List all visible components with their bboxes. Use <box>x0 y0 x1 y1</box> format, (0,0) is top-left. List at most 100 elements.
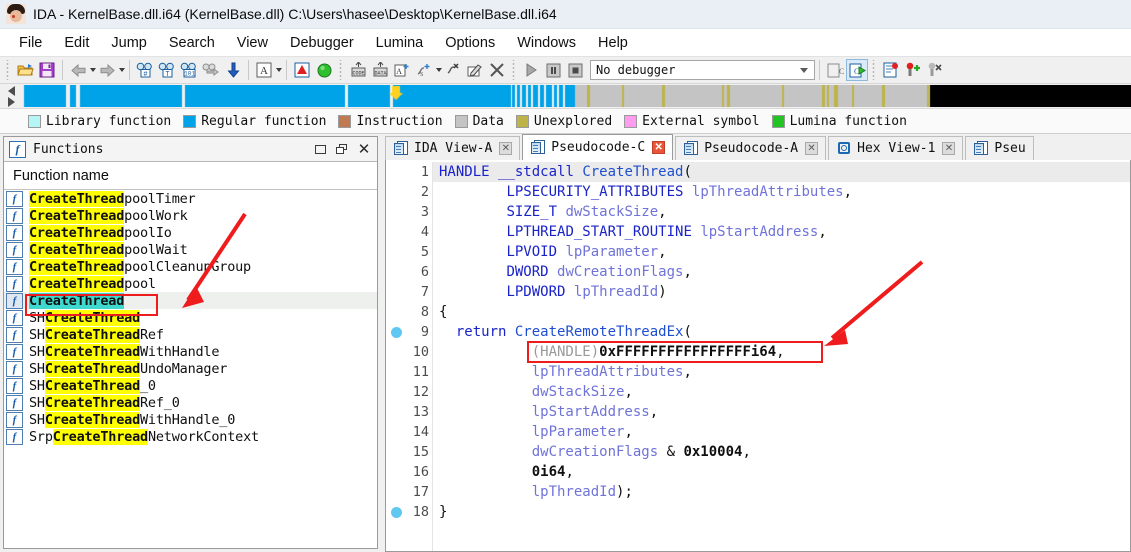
code-line[interactable]: } <box>433 502 1130 522</box>
tab-pseu[interactable]: Pseu <box>965 136 1034 160</box>
code-line[interactable]: LPSECURITY_ATTRIBUTES lpThreadAttributes… <box>433 182 1130 202</box>
breakpoint-add-icon[interactable] <box>902 59 924 81</box>
functions-list[interactable]: f CreateThreadpoolTimer f CreateThreadpoolW… <box>4 190 377 548</box>
list-item[interactable]: f CreateThreadpoolCleanupGroup <box>4 258 377 275</box>
function-name-column-header[interactable]: Function name <box>4 162 377 190</box>
menu-file[interactable]: File <box>8 33 53 53</box>
code-line[interactable]: lpThreadAttributes, <box>433 362 1130 382</box>
make-code-icon[interactable]: CODE <box>347 59 369 81</box>
debug-stop-icon[interactable] <box>564 59 586 81</box>
tab-close-icon[interactable]: ✕ <box>805 142 819 155</box>
forward-icon[interactable] <box>96 59 118 81</box>
navband-arrows[interactable] <box>0 84 22 108</box>
breakpoint-slot[interactable] <box>386 402 406 422</box>
list-item[interactable]: f SrpCreateThreadNetworkContext <box>4 428 377 445</box>
debug-pause-icon[interactable] <box>542 59 564 81</box>
list-item[interactable]: f CreateThread <box>4 292 377 309</box>
list-item[interactable]: f CreateThreadpoolIo <box>4 224 377 241</box>
menu-jump[interactable]: Jump <box>100 33 157 53</box>
breakpoint-slot[interactable] <box>386 362 406 382</box>
search-bytes-icon[interactable]: 101 <box>178 59 200 81</box>
font-dropdown-icon[interactable] <box>276 68 282 72</box>
breakpoint-slot[interactable] <box>386 422 406 442</box>
list-item[interactable]: f CreateThreadpoolTimer <box>4 190 377 207</box>
delete-icon[interactable] <box>486 59 508 81</box>
code-line[interactable]: LPVOID lpParameter, <box>433 242 1130 262</box>
tab-close-icon[interactable]: ✕ <box>499 142 513 155</box>
menu-lumina[interactable]: Lumina <box>365 33 435 53</box>
list-item[interactable]: f CreateThreadpoolWait <box>4 241 377 258</box>
debug-run-icon[interactable] <box>520 59 542 81</box>
nav-next-icon[interactable] <box>7 96 15 107</box>
tab-close-icon[interactable]: ✕ <box>652 141 666 154</box>
decompile-run-icon[interactable]: C <box>846 59 868 81</box>
breakpoint-slot[interactable] <box>386 202 406 222</box>
breakpoint-slot[interactable] <box>386 282 406 302</box>
close-button[interactable]: ✕ <box>353 139 375 159</box>
back-icon[interactable] <box>67 59 89 81</box>
tab-hex-view-1[interactable]: Hex View-1 ✕ <box>828 136 964 160</box>
make-data-icon[interactable]: DATA <box>369 59 391 81</box>
list-item[interactable]: f SHCreateThreadWithHandle_0 <box>4 411 377 428</box>
list-item[interactable]: f SHCreateThreadWithHandle <box>4 343 377 360</box>
list-item[interactable]: f CreateThreadpool <box>4 275 377 292</box>
code-line[interactable]: lpStartAddress, <box>433 402 1130 422</box>
search-hash-icon[interactable]: # <box>134 59 156 81</box>
run-analysis-icon[interactable] <box>313 59 335 81</box>
list-item[interactable]: f SHCreateThreadRef <box>4 326 377 343</box>
navband-strip[interactable] <box>22 85 1131 107</box>
code-line[interactable]: dwStackSize, <box>433 382 1130 402</box>
search-next-icon[interactable] <box>200 59 222 81</box>
breakpoint-slot[interactable] <box>386 502 406 522</box>
toolbar-grip-4[interactable] <box>871 60 877 80</box>
tab-pseudocode-c[interactable]: Pseudocode-C ✕ <box>522 134 674 160</box>
breakpoint-slot[interactable] <box>386 342 406 362</box>
code-line[interactable]: { <box>433 302 1130 322</box>
font-icon[interactable]: A <box>253 59 275 81</box>
toolbar-grip[interactable] <box>5 60 11 80</box>
restore-button[interactable] <box>309 139 331 159</box>
breakpoint-gutter[interactable] <box>386 160 406 551</box>
tab-pseudocode-a[interactable]: Pseudocode-A ✕ <box>675 136 827 160</box>
nav-prev-icon[interactable] <box>7 85 15 96</box>
list-item[interactable]: f SHCreateThreadRef_0 <box>4 394 377 411</box>
code-line[interactable]: DWORD dwCreationFlags, <box>433 262 1130 282</box>
chevron-down-icon[interactable] <box>800 67 808 73</box>
breakpoint-slot[interactable] <box>386 242 406 262</box>
code-area[interactable]: HANDLE __stdcall CreateThread( LPSECURIT… <box>433 160 1130 551</box>
menu-help[interactable]: Help <box>587 33 639 53</box>
make-struct-icon[interactable]: S <box>413 59 435 81</box>
decompile-icon[interactable]: C <box>824 59 846 81</box>
breakpoint-dot-icon[interactable] <box>390 326 402 338</box>
code-line[interactable]: HANDLE __stdcall CreateThread( <box>433 162 1130 182</box>
breakpoint-slot[interactable] <box>386 162 406 182</box>
breakpoint-slot[interactable] <box>386 222 406 242</box>
code-line[interactable]: (HANDLE)0xFFFFFFFFFFFFFFFFi64, <box>433 342 1130 362</box>
code-line[interactable]: return CreateRemoteThreadEx( <box>433 322 1130 342</box>
debugger-select[interactable]: No debugger <box>590 60 815 80</box>
forward-dropdown-icon[interactable] <box>119 68 125 72</box>
undefine-icon[interactable] <box>442 59 464 81</box>
menu-edit[interactable]: Edit <box>53 33 100 53</box>
open-file-icon[interactable] <box>14 59 36 81</box>
warnings-icon[interactable] <box>291 59 313 81</box>
view-tab-bar[interactable]: IDA View-A ✕ Pseudocode-C ✕ Pseudocode-A ✕ Hex… <box>385 134 1131 160</box>
code-line[interactable]: LPDWORD lpThreadId) <box>433 282 1130 302</box>
breakpoint-slot[interactable] <box>386 322 406 342</box>
tab-close-icon[interactable]: ✕ <box>942 142 956 155</box>
make-array-icon[interactable]: A <box>391 59 413 81</box>
breakpoint-slot[interactable] <box>386 262 406 282</box>
list-item[interactable]: f SHCreateThread_0 <box>4 377 377 394</box>
menu-search[interactable]: Search <box>158 33 226 53</box>
code-line[interactable]: 0i64, <box>433 462 1130 482</box>
breakpoint-dot-icon[interactable] <box>390 506 402 518</box>
menu-view[interactable]: View <box>226 33 279 53</box>
code-line[interactable]: LPTHREAD_START_ROUTINE lpStartAddress, <box>433 222 1130 242</box>
list-item[interactable]: f CreateThreadpoolWork <box>4 207 377 224</box>
breakpoint-slot[interactable] <box>386 382 406 402</box>
menu-debugger[interactable]: Debugger <box>279 33 365 53</box>
breakpoint-slot[interactable] <box>386 482 406 502</box>
menu-options[interactable]: Options <box>434 33 506 53</box>
breakpoint-del-icon[interactable] <box>924 59 946 81</box>
code-line[interactable]: dwCreationFlags & 0x10004, <box>433 442 1130 462</box>
